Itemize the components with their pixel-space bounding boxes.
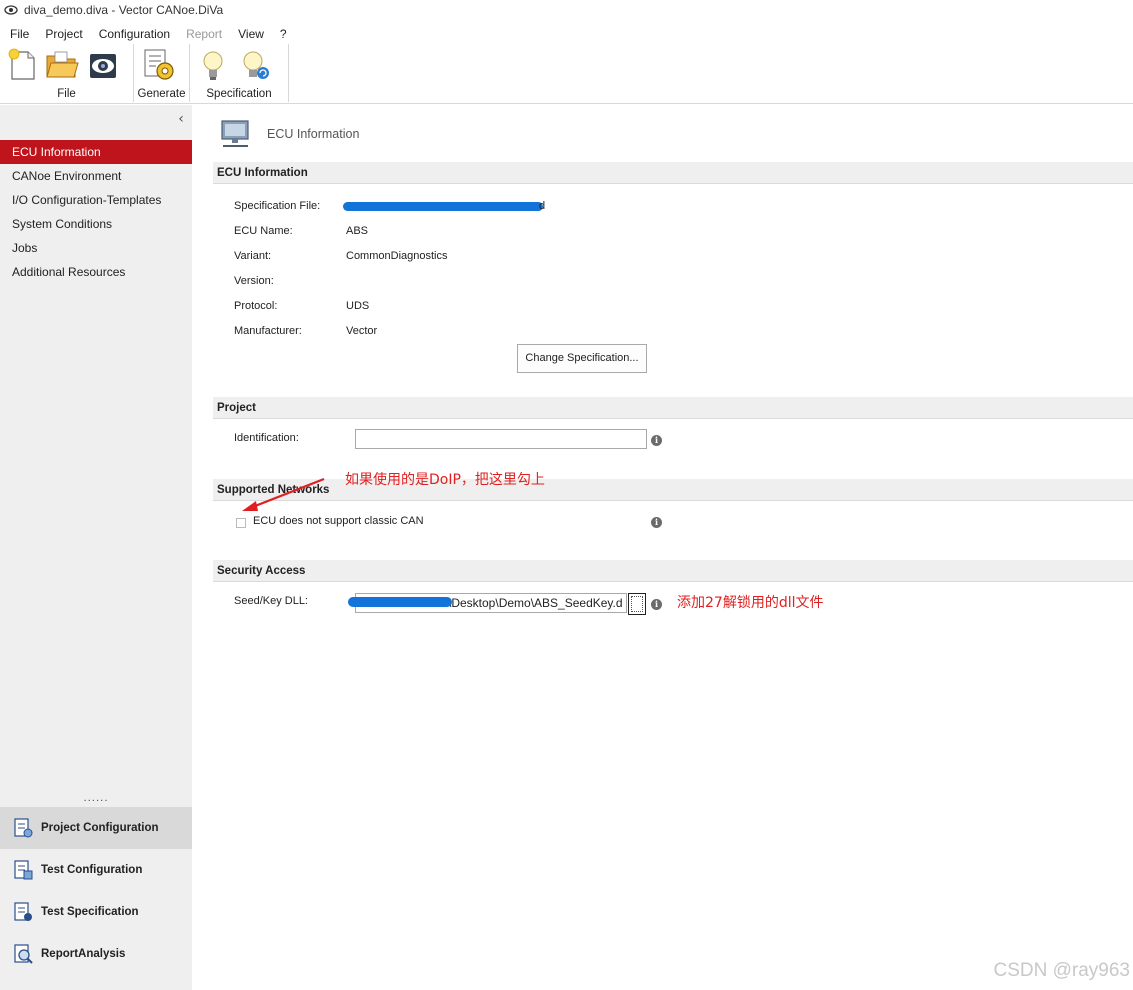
sidebar-item-jobs[interactable]: Jobs xyxy=(0,236,192,260)
spec-file-value: d xyxy=(539,200,546,212)
splitter-handle[interactable]: ...... xyxy=(0,793,192,804)
identification-input[interactable] xyxy=(355,429,647,449)
seed-key-dll-label: Seed/Key DLL: xyxy=(234,595,308,607)
ribbon-group-specification: Specification xyxy=(190,44,289,102)
nav-test-specification[interactable]: Test Specification xyxy=(0,891,192,933)
lightbulb-icon[interactable] xyxy=(196,48,230,82)
version-label: Version: xyxy=(234,275,274,287)
info-icon[interactable]: i xyxy=(651,517,662,528)
main-panel: ECU Information ECU Information Specific… xyxy=(212,105,1133,990)
annotation-arrow xyxy=(242,477,325,511)
title-bar: diva_demo.diva - Vector CANoe.DiVa xyxy=(0,0,1133,20)
info-icon[interactable]: i xyxy=(651,435,662,446)
classic-can-checkbox[interactable] xyxy=(236,518,246,528)
classic-can-checkbox-label: ECU does not support classic CAN xyxy=(253,515,424,527)
page-title: ECU Information xyxy=(267,127,360,141)
project-config-icon xyxy=(14,818,33,838)
protocol-value: UDS xyxy=(346,300,370,312)
nav-test-configuration[interactable]: Test Configuration xyxy=(0,849,192,891)
info-icon[interactable]: i xyxy=(651,599,662,610)
sidebar-item-additional-resources[interactable]: Additional Resources xyxy=(0,260,192,284)
ribbon-group-generate: Generate xyxy=(134,44,190,102)
browse-button[interactable] xyxy=(628,593,646,615)
section-header-project: Project xyxy=(213,397,1133,419)
change-specification-button[interactable]: Change Specification... xyxy=(517,344,647,373)
dll-annotation: 添加27解锁用的dll文件 xyxy=(677,595,824,611)
test-config-icon xyxy=(14,860,33,880)
menu-file[interactable]: File xyxy=(0,25,35,43)
collapse-chevron-icon[interactable]: ‹ xyxy=(174,111,188,127)
computer-monitor-icon xyxy=(221,120,249,147)
manufacturer-label: Manufacturer: xyxy=(234,325,302,337)
redaction-scribble xyxy=(343,202,543,211)
menu-configuration[interactable]: Configuration xyxy=(89,25,176,43)
redaction-scribble xyxy=(348,597,452,607)
ecu-name-value: ABS xyxy=(346,225,369,237)
generate-icon[interactable] xyxy=(142,48,176,82)
menu-project[interactable]: Project xyxy=(35,25,88,43)
manufacturer-value: Vector xyxy=(346,325,378,337)
sidebar: ‹ ECU Information CANoe Environment I/O … xyxy=(0,105,192,990)
ribbon-group-file: File xyxy=(0,44,134,102)
sidebar-item-system-conditions[interactable]: System Conditions xyxy=(0,212,192,236)
variant-value: CommonDiagnostics xyxy=(346,250,448,262)
nav-report-analysis-label: ReportAnalysis xyxy=(41,948,126,960)
spec-file-label: Specification File: xyxy=(234,200,321,212)
menu-report: Report xyxy=(186,27,223,41)
ribbon-group-specification-label: Specification xyxy=(206,88,272,100)
sidebar-nav: ECU Information CANoe Environment I/O Co… xyxy=(0,140,192,284)
sidebar-item-ecu-information[interactable]: ECU Information xyxy=(0,140,192,164)
page-header: ECU Information xyxy=(220,117,359,151)
ribbon-group-file-label: File xyxy=(57,88,76,100)
nav-report-analysis[interactable]: ReportAnalysis xyxy=(0,933,192,975)
section-header-ecu-information: ECU Information xyxy=(213,162,1133,184)
nav-project-configuration[interactable]: Project Configuration xyxy=(0,807,192,849)
sidebar-item-io-configuration[interactable]: I/O Configuration-Templates xyxy=(0,188,192,212)
identification-label: Identification: xyxy=(234,432,299,444)
ribbon-group-generate-label: Generate xyxy=(137,88,186,100)
app-icon xyxy=(4,5,18,15)
variant-label: Variant: xyxy=(234,250,272,262)
menu-help[interactable]: ? xyxy=(270,25,293,43)
menu-bar: File Project Configuration Report View ? xyxy=(0,25,293,43)
new-file-icon[interactable] xyxy=(6,48,40,82)
watermark: CSDN @ray963 xyxy=(993,960,1131,981)
menu-view[interactable]: View xyxy=(228,25,270,43)
open-folder-icon[interactable] xyxy=(45,48,79,82)
section-header-security-access: Security Access xyxy=(213,560,1133,582)
nav-test-configuration-label: Test Configuration xyxy=(41,864,143,876)
doip-annotation: 如果使用的是DoIP，把这里勾上 xyxy=(345,472,545,488)
window-title: diva_demo.diva - Vector CANoe.DiVa xyxy=(24,3,224,17)
save-config-icon[interactable] xyxy=(86,48,120,82)
nav-project-configuration-label: Project Configuration xyxy=(41,822,159,834)
lightbulb-refresh-icon[interactable] xyxy=(238,48,272,82)
ecu-name-label: ECU Name: xyxy=(234,225,293,237)
ribbon-toolbar: File Generate Specification xyxy=(0,44,1133,104)
test-spec-icon xyxy=(14,902,32,921)
report-analysis-icon xyxy=(14,944,33,964)
sidebar-item-canoe-environment[interactable]: CANoe Environment xyxy=(0,164,192,188)
protocol-label: Protocol: xyxy=(234,300,278,312)
nav-test-specification-label: Test Specification xyxy=(41,906,139,918)
bottom-nav: Project Configuration Test Configuration… xyxy=(0,807,192,975)
